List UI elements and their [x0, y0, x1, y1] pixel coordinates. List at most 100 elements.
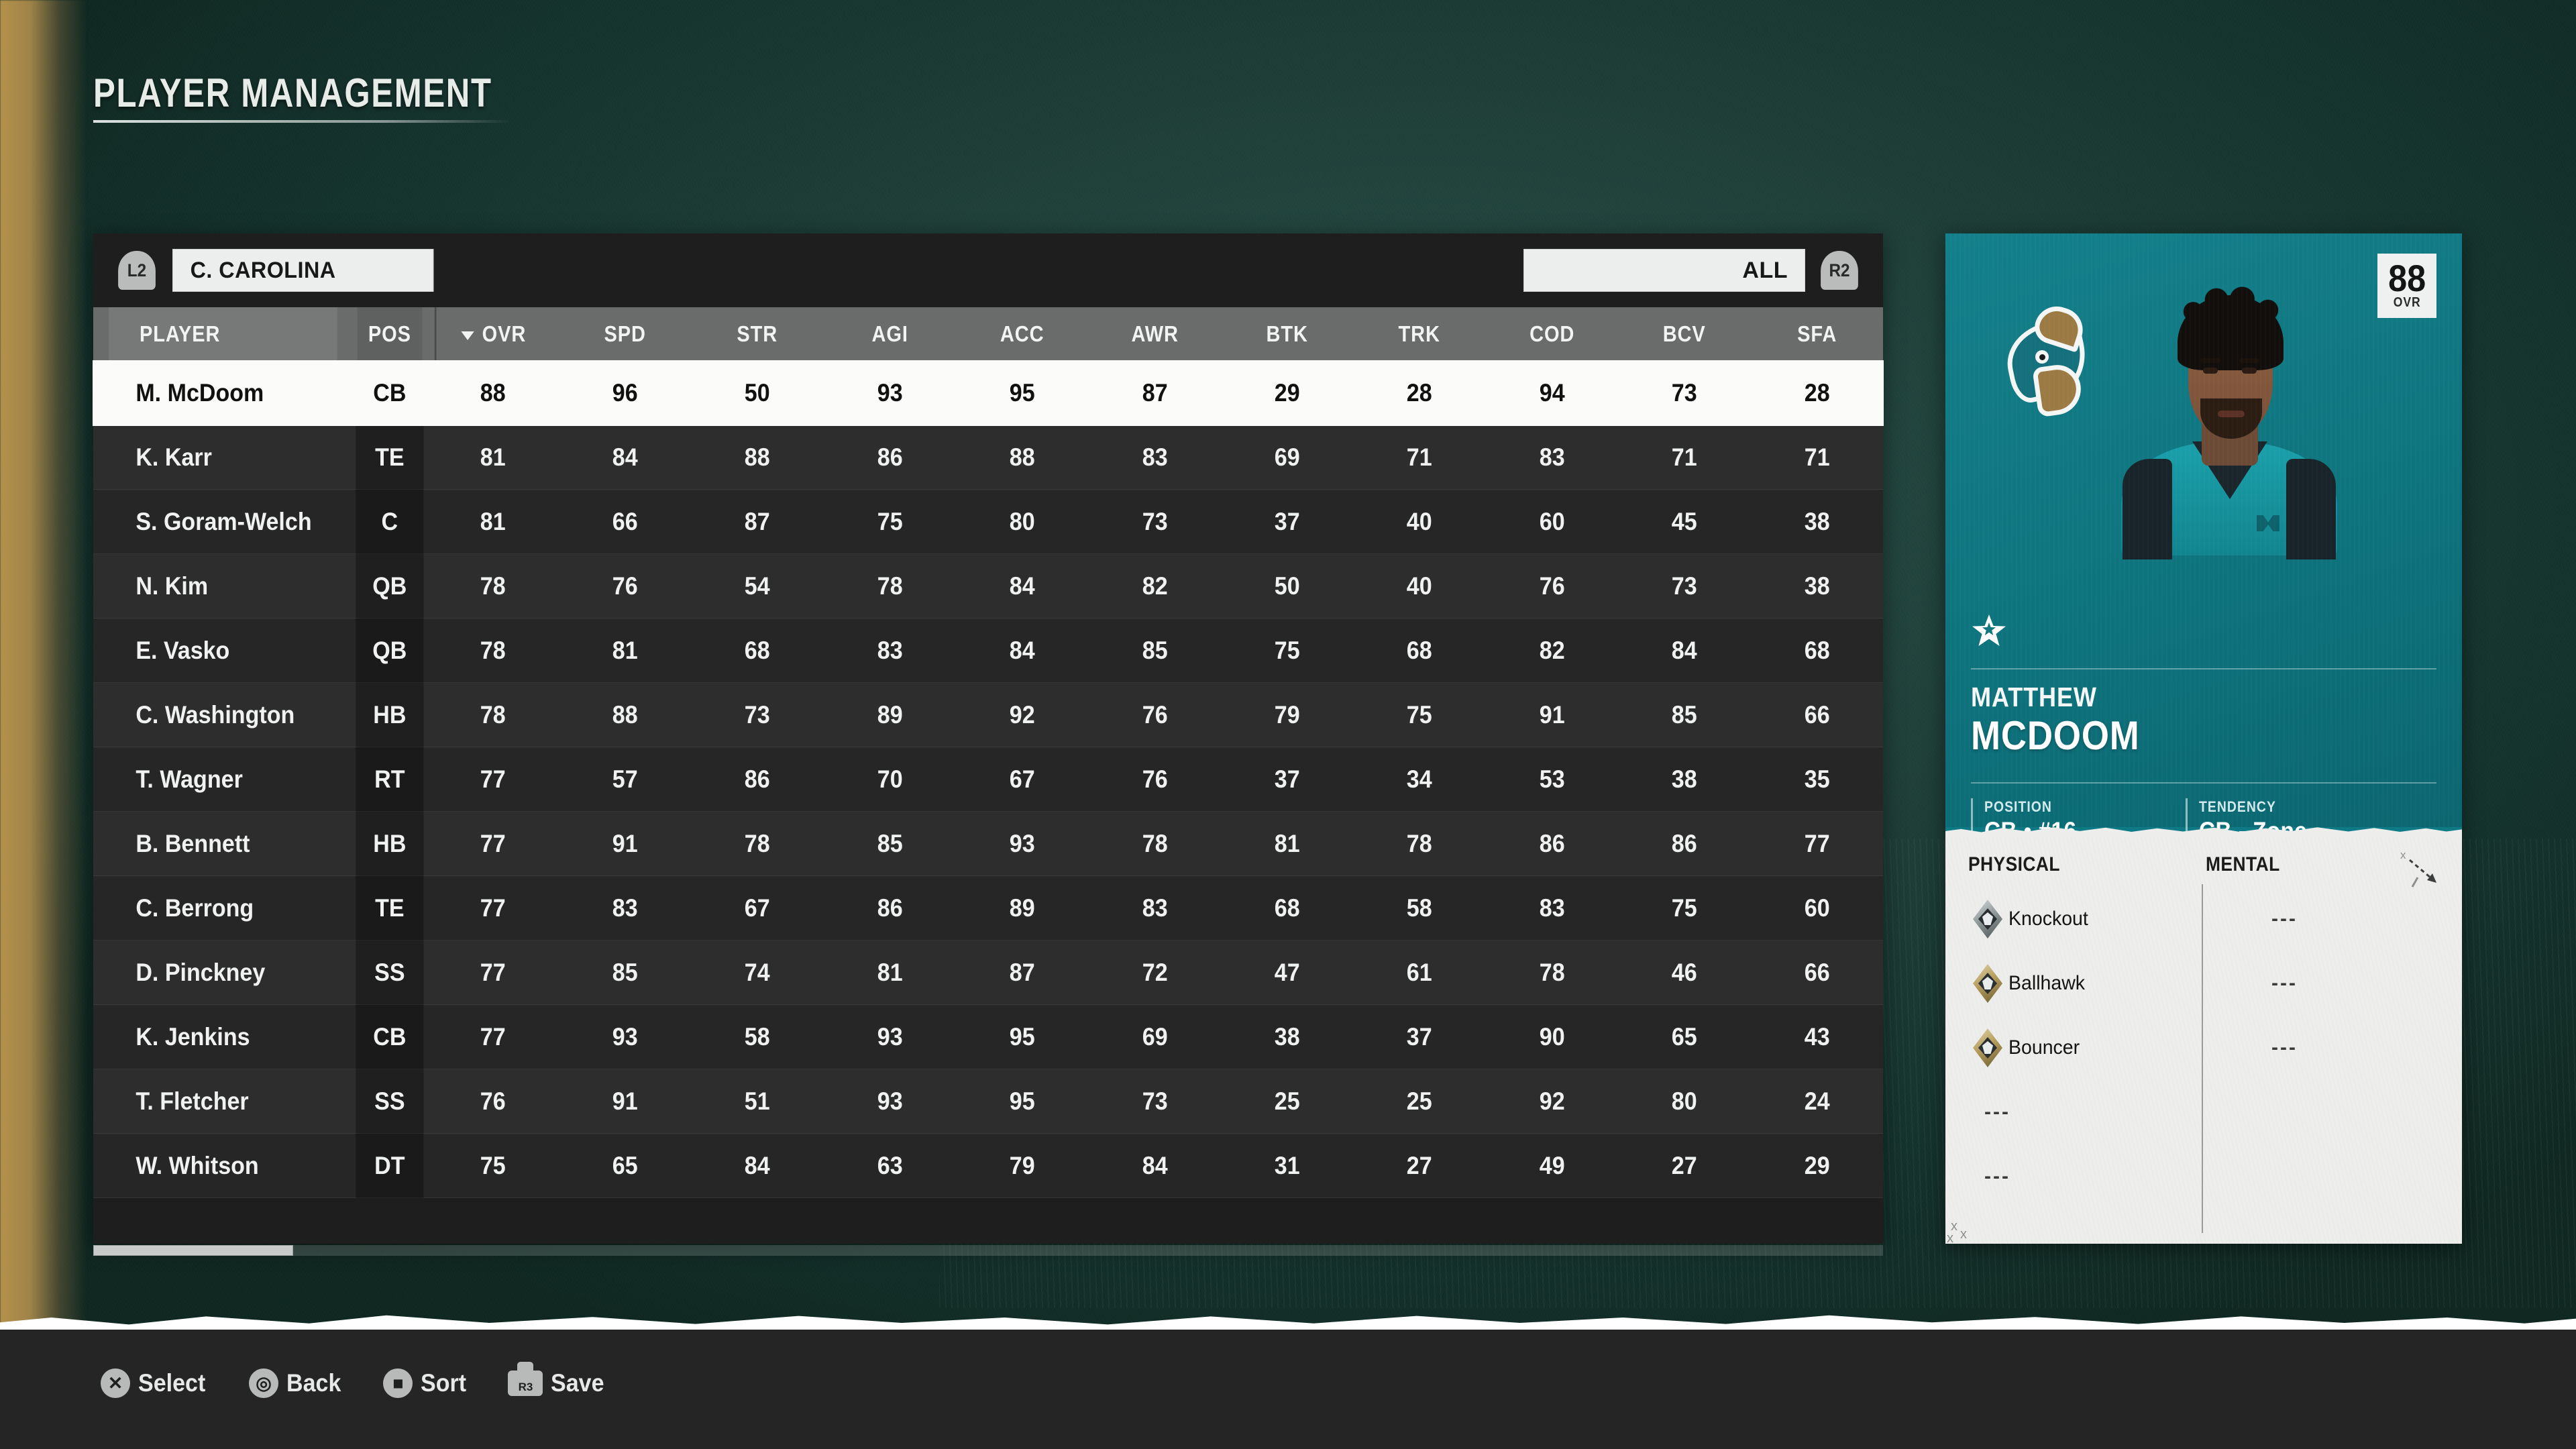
column-header-agi[interactable]: AGI: [832, 307, 949, 361]
cell-bcv: 86: [1671, 829, 1697, 857]
ability-item[interactable]: Bouncer: [1968, 1016, 2196, 1080]
ability-item[interactable]: ---: [2215, 1016, 2416, 1080]
column-header-sfa[interactable]: SFA: [1758, 307, 1875, 361]
cell-ovr: 81: [480, 507, 506, 535]
mental-abilities-header: MENTAL: [2206, 853, 2280, 875]
table-row[interactable]: C. Washington HB 78 88 73 89 92 76 79 75 91 85 66: [93, 682, 1883, 747]
table-row[interactable]: C. Berrong TE 77 83 67 86 89 83 68 58 83 75 60: [93, 875, 1883, 941]
cell-position: SS: [356, 940, 424, 1005]
cell-trk: 40: [1407, 572, 1432, 600]
ability-item[interactable]: ---: [2215, 887, 2416, 951]
cell-bcv: 27: [1671, 1151, 1697, 1179]
cell-agi: 78: [877, 572, 903, 600]
column-header-str[interactable]: STR: [699, 307, 816, 361]
column-header-btk[interactable]: BTK: [1229, 307, 1346, 361]
table-row[interactable]: E. Vasko QB 78 81 68 83 84 85 75 68 82 84 68: [93, 618, 1883, 683]
column-header-spd[interactable]: SPD: [567, 307, 684, 361]
cell-position: C: [356, 489, 424, 554]
cell-ovr: 76: [480, 1087, 506, 1115]
cell-acc: 95: [1009, 379, 1035, 407]
column-header-cod[interactable]: COD: [1494, 307, 1611, 361]
cell-btk: 37: [1274, 507, 1300, 535]
table-header-row: PLAYER POS OVR SPD STR AGI ACC AWR BTK TRK COD BCV S…: [93, 307, 1883, 361]
cell-str: 54: [745, 572, 771, 600]
cell-awr: 76: [1142, 765, 1168, 793]
cell-awr: 73: [1142, 507, 1168, 535]
table-row[interactable]: K. Karr TE 81 84 88 86 88 83 69 71 83 71 71: [93, 425, 1883, 490]
ability-item[interactable]: Ballhawk: [1968, 951, 2196, 1016]
mental-abilities-list: --- --- ---: [2215, 887, 2416, 1080]
cell-cod: 49: [1539, 1151, 1565, 1179]
table-row[interactable]: N. Kim QB 78 76 54 78 84 82 50 40 76 73 38: [93, 553, 1883, 619]
column-header-label: AGI: [871, 321, 908, 346]
cell-trk: 61: [1407, 958, 1432, 986]
cell-bcv: 75: [1671, 894, 1697, 922]
column-header-label: TRK: [1398, 321, 1441, 346]
column-header-trk[interactable]: TRK: [1361, 307, 1478, 361]
column-header-ovr[interactable]: OVR: [434, 307, 551, 361]
corner-mark-icon-2: x: [1960, 1227, 1967, 1242]
ability-empty-slot: ---: [2271, 908, 2298, 930]
table-row[interactable]: S. Goram-Welch C 81 66 87 75 80 73 37 40 60 45 38: [93, 489, 1883, 554]
cell-acc: 79: [1009, 1151, 1035, 1179]
scrollbar-thumb[interactable]: [93, 1245, 293, 1256]
column-header-awr[interactable]: AWR: [1096, 307, 1213, 361]
overall-rating-badge: 88 OVR: [2377, 254, 2436, 318]
table-row[interactable]: D. Pinckney SS 77 85 74 81 87 72 47 61 78 46 66: [93, 940, 1883, 1005]
table-row[interactable]: K. Jenkins CB 77 93 58 93 95 69 38 37 90 65 43: [93, 1004, 1883, 1069]
footer-action-save[interactable]: R3 Save: [508, 1369, 608, 1397]
cell-str: 51: [745, 1087, 771, 1115]
cell-sfa: 29: [1804, 1151, 1830, 1179]
ability-item[interactable]: ---: [1968, 1080, 2196, 1144]
cell-str: 87: [745, 507, 771, 535]
cell-trk: 75: [1407, 700, 1432, 729]
footer-action-select[interactable]: ✕ Select: [101, 1368, 211, 1398]
cell-btk: 81: [1274, 829, 1300, 857]
right-stick-button-icon: R3: [508, 1371, 543, 1396]
ability-item[interactable]: ---: [1968, 1144, 2196, 1209]
attributes-divider: [1971, 782, 2436, 784]
column-header-pos[interactable]: POS: [357, 307, 423, 361]
table-row[interactable]: W. Whitson DT 75 65 84 63 79 84 31 27 49 27 29: [93, 1133, 1883, 1198]
column-header-bcv[interactable]: BCV: [1626, 307, 1743, 361]
cell-cod: 76: [1539, 572, 1565, 600]
team-filter-dropdown[interactable]: C. CAROLINA: [172, 249, 434, 292]
player-card-hero: 88 OVR MATTHEW MCDOOM POSITION CB • #16 TE…: [1945, 233, 2462, 982]
abilities-column-divider: [2202, 884, 2203, 1233]
ability-item[interactable]: ---: [2215, 951, 2416, 1016]
table-row[interactable]: B. Bennett HB 77 91 78 85 93 78 81 78 86 86 77: [93, 811, 1883, 876]
position-filter-dropdown[interactable]: ALL: [1523, 249, 1805, 292]
circle-button-icon: ◎: [249, 1368, 279, 1398]
cell-trk: 40: [1407, 507, 1432, 535]
horizontal-scrollbar[interactable]: [93, 1245, 1883, 1256]
cell-trk: 37: [1407, 1022, 1432, 1051]
table-row[interactable]: M. McDoom CB 88 96 50 93 95 87 29 28 94 73 28: [93, 361, 1883, 425]
cell-agi: 63: [877, 1151, 903, 1179]
ability-item[interactable]: Knockout: [1968, 887, 2196, 951]
cell-agi: 93: [877, 1022, 903, 1051]
footer-bar: ✕ Select ◎ Back ■ Sort R3 Save: [0, 1330, 2576, 1449]
ability-name: Bouncer: [2008, 1036, 2080, 1059]
column-header-player[interactable]: PLAYER: [109, 307, 337, 361]
footer-action-sort[interactable]: ■ Sort: [383, 1368, 470, 1398]
footer-action-back[interactable]: ◎ Back: [249, 1368, 345, 1398]
column-header-label: AWR: [1131, 321, 1179, 346]
cell-acc: 95: [1009, 1087, 1035, 1115]
cell-spd: 93: [612, 1022, 638, 1051]
right-bumper-icon[interactable]: R2: [1821, 251, 1858, 290]
cell-btk: 50: [1274, 572, 1300, 600]
cell-acc: 67: [1009, 765, 1035, 793]
table-row[interactable]: T. Wagner RT 77 57 86 70 67 76 37 34 53 38 35: [93, 747, 1883, 812]
cell-acc: 88: [1009, 443, 1035, 471]
cell-spd: 76: [612, 572, 638, 600]
page-header: PLAYER MANAGEMENT: [93, 70, 580, 123]
cell-awr: 76: [1142, 700, 1168, 729]
cell-bcv: 84: [1671, 636, 1697, 664]
table-row[interactable]: T. Fletcher SS 76 91 51 93 95 73 25 25 92 80 24: [93, 1069, 1883, 1134]
cell-bcv: 80: [1671, 1087, 1697, 1115]
cell-trk: 27: [1407, 1151, 1432, 1179]
cell-player-name: K. Karr: [136, 443, 212, 471]
column-header-acc[interactable]: ACC: [964, 307, 1081, 361]
footer-action-label: Save: [551, 1369, 604, 1397]
left-bumper-icon[interactable]: L2: [118, 251, 156, 290]
